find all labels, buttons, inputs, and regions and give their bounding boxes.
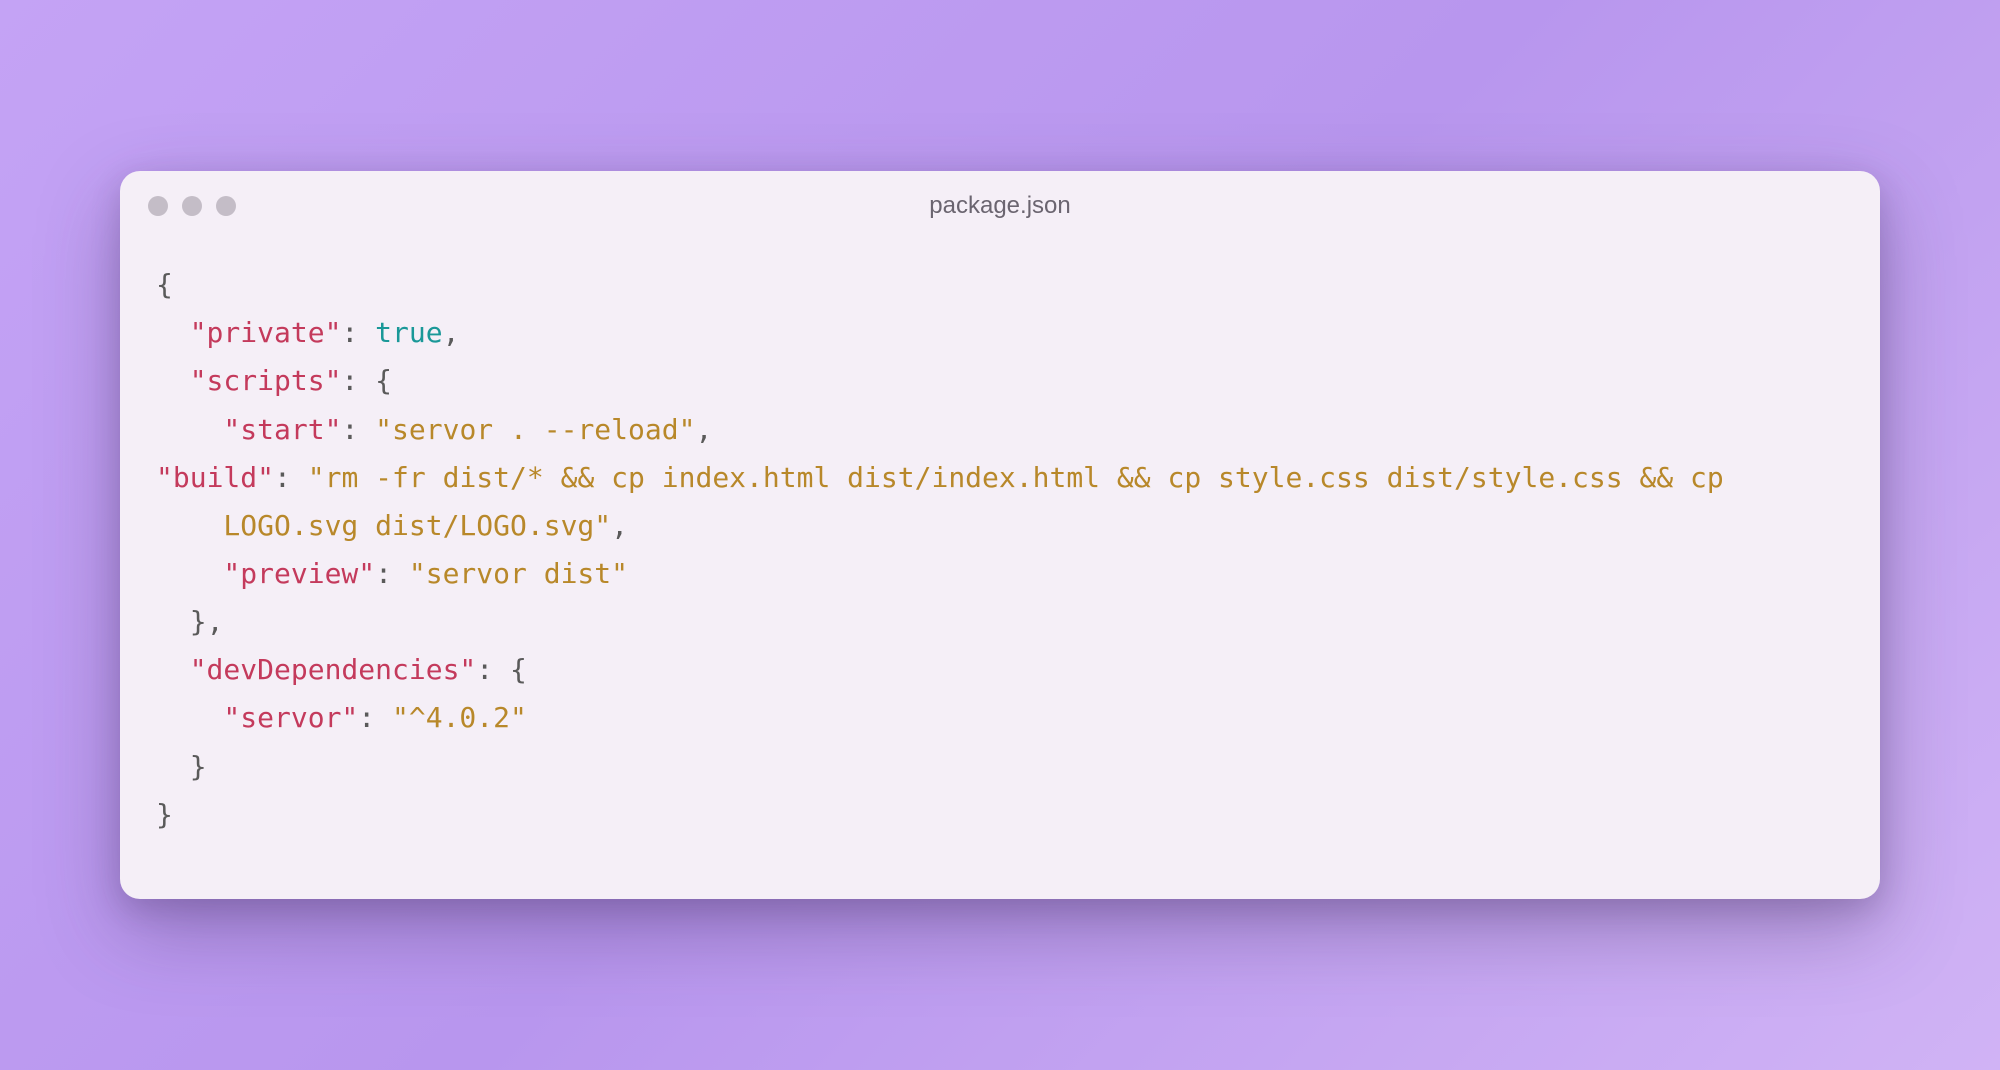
json-string: "rm -fr dist/* && cp index.html dist/ind… bbox=[223, 461, 1740, 542]
brace: { bbox=[510, 653, 527, 686]
comma: , bbox=[611, 509, 628, 542]
json-key: "servor" bbox=[223, 701, 358, 734]
comma: , bbox=[207, 605, 224, 638]
json-string: "servor . --reload" bbox=[375, 413, 695, 446]
json-key: "private" bbox=[190, 316, 342, 349]
colon: : bbox=[274, 461, 308, 494]
colon: : bbox=[476, 653, 510, 686]
brace: { bbox=[375, 364, 392, 397]
json-string: "^4.0.2" bbox=[392, 701, 527, 734]
titlebar: package.json bbox=[120, 171, 1880, 241]
json-key: "scripts" bbox=[190, 364, 342, 397]
comma: , bbox=[695, 413, 712, 446]
comma: , bbox=[443, 316, 460, 349]
json-bool: true bbox=[375, 316, 442, 349]
colon: : bbox=[341, 316, 375, 349]
json-key: "build" bbox=[156, 461, 274, 494]
brace: } bbox=[190, 750, 207, 783]
colon: : bbox=[341, 413, 375, 446]
json-key: "devDependencies" bbox=[190, 653, 477, 686]
colon: : bbox=[341, 364, 375, 397]
json-key: "start" bbox=[223, 413, 341, 446]
minimize-icon[interactable] bbox=[182, 196, 202, 216]
brace: } bbox=[190, 605, 207, 638]
json-key: "preview" bbox=[223, 557, 375, 590]
close-icon[interactable] bbox=[148, 196, 168, 216]
json-string: "servor dist" bbox=[409, 557, 628, 590]
colon: : bbox=[358, 701, 392, 734]
code-content: { "private": true, "scripts": { "start": "s… bbox=[120, 241, 1880, 899]
brace: { bbox=[156, 268, 173, 301]
editor-window: package.json { "private": true, "scripts":… bbox=[120, 171, 1880, 899]
colon: : bbox=[375, 557, 409, 590]
brace: } bbox=[156, 798, 173, 831]
window-controls bbox=[148, 196, 236, 216]
window-title: package.json bbox=[929, 192, 1070, 220]
maximize-icon[interactable] bbox=[216, 196, 236, 216]
